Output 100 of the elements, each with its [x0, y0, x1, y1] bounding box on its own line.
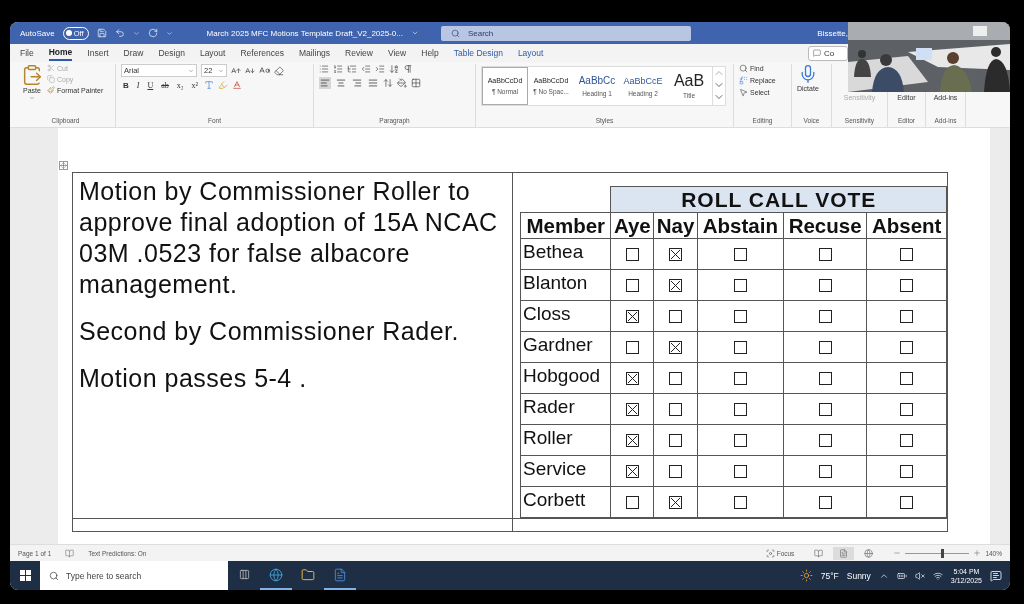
- checkbox[interactable]: [900, 434, 914, 448]
- temperature: 75°F: [820, 570, 839, 581]
- checkbox[interactable]: [818, 310, 832, 324]
- checkbox[interactable]: [669, 496, 683, 510]
- format-button[interactable]: ab: [159, 80, 171, 90]
- checkbox[interactable]: [625, 465, 639, 479]
- ribbon-tab[interactable]: File: [20, 46, 34, 60]
- checkbox[interactable]: [900, 248, 914, 262]
- checkbox[interactable]: [733, 372, 747, 386]
- checkbox[interactable]: [818, 248, 832, 262]
- ribbon-tab[interactable]: Design: [158, 46, 185, 60]
- zoom-slider[interactable]: [940, 548, 944, 558]
- checkbox[interactable]: [733, 279, 747, 293]
- ribbon-tab[interactable]: Mailings: [298, 46, 331, 60]
- checkbox[interactable]: [625, 341, 639, 355]
- view-button[interactable]: [833, 546, 855, 560]
- checkbox[interactable]: [818, 372, 832, 386]
- checkbox[interactable]: [818, 403, 832, 417]
- search-field[interactable]: Search: [440, 25, 691, 41]
- checkbox[interactable]: [669, 465, 683, 479]
- checkbox[interactable]: [625, 372, 639, 386]
- checkbox[interactable]: [900, 279, 914, 293]
- checkbox[interactable]: [900, 372, 914, 386]
- wifi-icon[interactable]: [932, 570, 943, 581]
- checkbox[interactable]: [669, 341, 683, 355]
- shrink-font-icon[interactable]: [245, 65, 255, 76]
- motion-paragraph: Motion passes 5-4 .: [79, 363, 308, 394]
- checkbox[interactable]: [733, 496, 747, 510]
- format-button[interactable]: x²: [189, 80, 200, 90]
- member-name: Bethea: [520, 238, 611, 270]
- task-view-icon: [238, 569, 250, 580]
- format-button[interactable]: I: [134, 80, 142, 90]
- checkbox[interactable]: [818, 496, 832, 510]
- sort-icon[interactable]: [389, 64, 399, 74]
- checkbox[interactable]: [733, 341, 747, 355]
- checkbox[interactable]: [669, 434, 683, 448]
- checkbox[interactable]: [625, 496, 639, 510]
- pilcrow-icon[interactable]: [403, 64, 413, 74]
- caret-icon: [188, 67, 194, 74]
- ribbon-tab[interactable]: Help: [421, 46, 439, 60]
- ribbon-tab[interactable]: Layout: [199, 46, 226, 60]
- checkbox[interactable]: [669, 310, 683, 324]
- format-button[interactable]: x₂: [174, 80, 186, 90]
- battery-icon[interactable]: [896, 570, 907, 581]
- checkbox[interactable]: [733, 434, 747, 448]
- undo-icon[interactable]: [114, 28, 125, 38]
- checkbox[interactable]: [818, 465, 832, 479]
- checkbox[interactable]: [625, 279, 639, 293]
- checkbox[interactable]: [733, 465, 747, 479]
- ribbon-tab[interactable]: References: [240, 46, 284, 60]
- multilevel-list-icon[interactable]: [347, 64, 357, 74]
- checkbox[interactable]: [669, 403, 683, 417]
- checkbox[interactable]: [625, 434, 639, 448]
- format-button[interactable]: B: [121, 80, 131, 90]
- redo-icon[interactable]: [147, 28, 158, 38]
- shading-icon[interactable]: [397, 78, 407, 88]
- comment-icon: [813, 49, 821, 57]
- line-spacing-icon[interactable]: [383, 78, 393, 88]
- checkbox[interactable]: [733, 403, 747, 417]
- change-case-icon[interactable]: [259, 65, 270, 76]
- ribbon-tab[interactable]: Insert: [87, 46, 109, 60]
- checkbox[interactable]: [733, 248, 747, 262]
- member-name: Rader: [520, 393, 611, 425]
- ribbon-tab[interactable]: Layout: [517, 46, 544, 60]
- ribbon-tab[interactable]: Review: [345, 46, 373, 60]
- borders-icon[interactable]: [411, 78, 421, 88]
- taskbar-search-field[interactable]: Type here to search: [40, 561, 228, 590]
- table-move-handle-icon[interactable]: [59, 161, 68, 170]
- checkbox[interactable]: [625, 403, 639, 417]
- checkbox[interactable]: [900, 465, 914, 479]
- checkbox[interactable]: [669, 372, 683, 386]
- checkbox[interactable]: [900, 341, 914, 355]
- clear-formatting-icon[interactable]: [274, 65, 284, 76]
- format-button[interactable]: U: [145, 80, 156, 90]
- grow-font-icon[interactable]: [231, 65, 241, 76]
- numbering-icon[interactable]: [333, 64, 343, 74]
- checkbox[interactable]: [625, 310, 639, 324]
- checkbox[interactable]: [818, 434, 832, 448]
- checkbox[interactable]: [900, 310, 914, 324]
- checkbox[interactable]: [733, 310, 747, 324]
- checkbox[interactable]: [900, 403, 914, 417]
- column-header: Abstain: [697, 212, 784, 239]
- checkbox[interactable]: [900, 496, 914, 510]
- focus-icon: [765, 548, 775, 558]
- muted-volume-icon[interactable]: [914, 570, 925, 581]
- ribbon-tab[interactable]: View: [387, 46, 407, 60]
- comments-button[interactable]: Co: [808, 45, 848, 61]
- sun-icon: [799, 569, 813, 582]
- checkbox[interactable]: [625, 248, 639, 262]
- font-color-icon[interactable]: [232, 80, 242, 90]
- ribbon-tab[interactable]: Draw: [123, 46, 144, 60]
- save-icon[interactable]: [96, 28, 107, 38]
- checkbox[interactable]: [818, 279, 832, 293]
- ribbon-tab[interactable]: Table Design: [453, 46, 503, 60]
- caret-icon[interactable]: [410, 29, 419, 37]
- notifications-icon[interactable]: [990, 569, 1002, 582]
- checkbox[interactable]: [669, 248, 683, 262]
- checkbox[interactable]: [669, 279, 683, 293]
- checkbox[interactable]: [818, 341, 832, 355]
- increase-indent-icon[interactable]: [375, 64, 385, 74]
